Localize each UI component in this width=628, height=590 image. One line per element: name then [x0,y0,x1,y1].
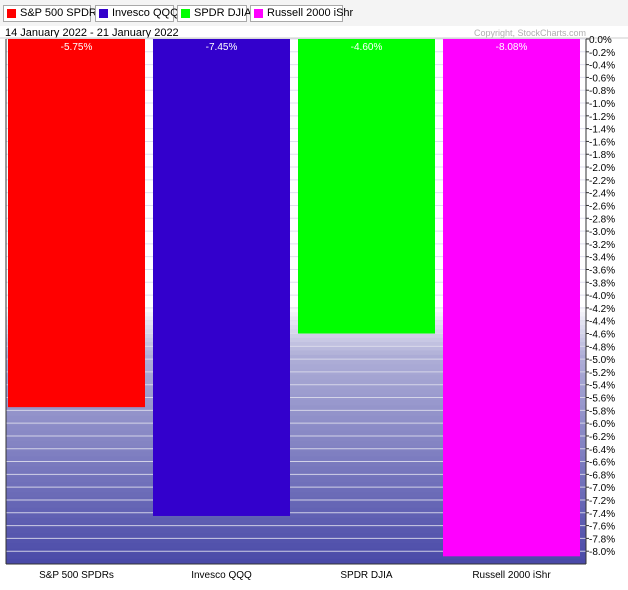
y-tick-label: -2.4% [589,189,615,200]
y-tick-label: -7.8% [589,534,615,545]
y-tick-label: -5.8% [589,406,615,417]
y-tick-label: -0.8% [589,86,615,97]
y-tick-label: -5.2% [589,368,615,379]
bar-3 [443,39,580,557]
bar-data-label: -4.60% [351,42,383,53]
y-tick-label: -6.2% [589,432,615,443]
bar-1 [153,39,290,516]
y-tick-label: -3.8% [589,278,615,289]
y-tick-label: -1.2% [589,112,615,123]
y-tick-label: -6.6% [589,458,615,469]
y-tick-label: -3.0% [589,227,615,238]
y-tick-label: -1.6% [589,137,615,148]
performance-chart: -5.75% -7.45% -4.60% -8.08%0.0%-0.2%-0.4%-0… [0,35,628,581]
y-tick-label: -1.4% [589,125,615,136]
y-tick-label: -7.2% [589,496,615,507]
y-tick-label: -5.4% [589,381,615,392]
y-tick-label: 0.0% [589,35,612,46]
y-tick-label: -3.4% [589,253,615,264]
y-tick-label: -4.0% [589,291,615,302]
x-category-label: Russell 2000 iShr [472,570,551,581]
y-tick-label: -1.8% [589,150,615,161]
y-tick-label: -7.6% [589,522,615,533]
y-tick-label: -4.2% [589,304,615,315]
y-tick-label: -6.8% [589,470,615,481]
y-tick-label: -3.6% [589,265,615,276]
bar-data-label: -5.75% [61,42,93,53]
y-tick-label: -0.2% [589,48,615,59]
y-tick-label: -0.4% [589,61,615,72]
bar-0 [8,39,145,408]
y-tick-label: -0.6% [589,73,615,84]
y-tick-label: -3.2% [589,240,615,251]
y-tick-label: -6.0% [589,419,615,430]
bar-data-label: -8.08% [496,42,528,53]
bar-2 [298,39,435,334]
y-tick-label: -7.0% [589,483,615,494]
y-tick-label: -4.4% [589,317,615,328]
x-category-label: Invesco QQQ [191,570,252,581]
y-tick-label: -2.8% [589,214,615,225]
bar-data-label: -7.45% [206,42,238,53]
y-tick-label: -4.8% [589,342,615,353]
y-tick-label: -5.0% [589,355,615,366]
x-category-label: S&P 500 SPDRs [39,570,114,581]
y-tick-label: -7.4% [589,509,615,520]
y-tick-label: -1.0% [589,99,615,110]
y-tick-label: -6.4% [589,445,615,456]
y-tick-label: -2.2% [589,176,615,187]
y-tick-label: -4.6% [589,330,615,341]
y-tick-label: -8.0% [589,547,615,558]
y-tick-label: -2.0% [589,163,615,174]
x-category-label: SPDR DJIA [340,570,393,581]
y-tick-label: -5.6% [589,394,615,405]
y-tick-label: -2.6% [589,201,615,212]
